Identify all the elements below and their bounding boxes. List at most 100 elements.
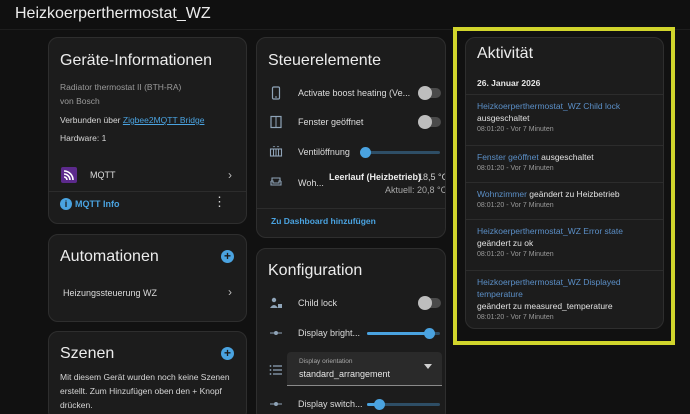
scenes-card: Szenen + Mit diesem Gerät wurden noch ke… [48, 331, 247, 414]
mqtt-info-label: MQTT Info [75, 199, 120, 209]
activity-entry: Heizkoerperthermostat_WZ Child lock ausg… [477, 100, 657, 136]
zigbee-bridge-link[interactable]: Zigbee2MQTT Bridge [123, 115, 205, 125]
valve-slider-handle[interactable] [360, 147, 371, 158]
controls-card: Steuerelemente Activate boost heating (V… [256, 37, 446, 238]
activity-message: ausgeschaltet [541, 152, 594, 162]
activity-time: 08:01:20 - Vor 7 Minuten [477, 165, 554, 172]
climate-label: Woh... [298, 178, 324, 188]
automation-item[interactable]: Heizungssteuerung WZ › [49, 283, 246, 303]
window-toggle[interactable] [418, 115, 441, 129]
activity-entry: Wohnzimmer geändert zu Heizbetrieb 08:01… [477, 188, 657, 212]
slider-icon [270, 331, 282, 335]
activity-entity-link[interactable]: Heizkoerperthermostat_WZ Displayed tempe… [477, 277, 621, 299]
config-row-brightness[interactable]: Display bright... [257, 322, 445, 344]
display-switch-slider-handle[interactable] [373, 399, 385, 410]
display-switch-label: Display switch... [298, 399, 363, 409]
child-lock-label: Child lock [298, 298, 338, 308]
device-info-card: Geräte-Informationen Radiator thermostat… [48, 37, 247, 224]
device-model: Radiator thermostat II (BTH-RA) [60, 82, 182, 92]
activity-title: Aktivität [477, 45, 534, 62]
activity-card: Aktivität 26. Januar 2026 Heizkoerperthe… [465, 37, 664, 329]
activity-entity-link[interactable]: Heizkoerperthermostat_WZ Error state [477, 226, 623, 236]
climate-current: Aktuell: 20,8 °C [385, 185, 446, 195]
integration-label: MQTT [90, 170, 116, 180]
control-row-climate[interactable]: Woh... Leerlauf (Heizbetrieb) 18,5 °C Ak… [257, 170, 446, 200]
automation-item-label: Heizungssteuerung WZ [63, 288, 158, 298]
config-row-display-switch[interactable]: Display switch... [257, 393, 445, 414]
boost-label: Activate boost heating (Ve... [298, 88, 411, 98]
automations-card: Automationen + Heizungssteuerung WZ › [48, 234, 247, 322]
activity-entity-link[interactable]: Wohnzimmer [477, 189, 527, 199]
page-title: Heizkoerperthermostat_WZ [15, 5, 211, 22]
control-row-valve[interactable]: Ventilöffnung [257, 141, 445, 163]
activity-entry: Heizkoerperthermostat_WZ Displayed tempe… [477, 276, 657, 324]
radiator-icon [269, 146, 283, 157]
activity-message: ausgeschaltet [477, 113, 530, 123]
activity-date: 26. Januar 2026 [477, 78, 541, 88]
divider [257, 208, 445, 209]
activity-entity-link[interactable]: Fenster geöffnet [477, 152, 539, 162]
phone-icon [271, 86, 281, 100]
mqtt-icon [61, 167, 77, 183]
configuration-title: Konfiguration [268, 262, 363, 279]
chevron-right-icon: › [228, 285, 232, 299]
activity-message: geändert zu Heizbetrieb [529, 189, 620, 199]
activity-time: 08:01:20 - Vor 7 Minuten [477, 314, 554, 321]
connected-via: Verbunden über Zigbee2MQTT Bridge [60, 115, 204, 125]
window-icon [270, 115, 282, 129]
activity-message: geändert zu measured_temperature [477, 301, 613, 311]
add-to-dashboard-button[interactable]: Zu Dashboard hinzufügen [271, 216, 376, 226]
child-lock-icon [270, 297, 282, 308]
dropdown-arrow-icon [424, 364, 432, 369]
device-info-title: Geräte-Informationen [60, 52, 213, 69]
display-orientation-select[interactable]: Display orientation standard_arrangement [287, 352, 442, 386]
window-label: Fenster geöffnet [298, 117, 364, 127]
hardware-version: Hardware: 1 [60, 133, 107, 143]
add-scene-button[interactable]: + [221, 347, 234, 360]
integration-row-mqtt[interactable]: MQTT › [49, 162, 246, 190]
divider [466, 94, 663, 95]
list-icon [269, 365, 282, 375]
config-row-child-lock[interactable]: Child lock [257, 292, 445, 314]
info-icon: i [60, 198, 72, 210]
brightness-label: Display bright... [298, 328, 361, 338]
sofa-icon [270, 177, 282, 186]
activity-entry: Fenster geöffnet ausgeschaltet 08:01:20 … [477, 151, 657, 175]
select-label: Display orientation [299, 358, 353, 365]
activity-time: 08:01:20 - Vor 7 Minuten [477, 251, 554, 258]
select-value: standard_arrangement [299, 369, 391, 379]
activity-message: geändert zu ok [477, 238, 534, 248]
controls-title: Steuerelemente [268, 52, 381, 69]
valve-label: Ventilöffnung [298, 147, 350, 157]
activity-time: 08:01:20 - Vor 7 Minuten [477, 126, 554, 133]
child-lock-toggle[interactable] [418, 296, 441, 310]
climate-target: 18,5 °C [418, 172, 446, 182]
display-switch-slider[interactable] [367, 399, 440, 410]
automations-title: Automationen [60, 248, 159, 265]
brightness-slider-fill [367, 332, 430, 335]
chevron-right-icon: › [228, 168, 232, 182]
divider [466, 182, 663, 183]
climate-mode: Leerlauf (Heizbetrieb) [329, 172, 422, 182]
more-options-icon[interactable]: ⋮ [213, 195, 226, 208]
divider [49, 191, 246, 192]
control-row-boost[interactable]: Activate boost heating (Ve... [257, 82, 445, 104]
top-bar: Heizkoerperthermostat_WZ [0, 0, 690, 30]
connected-prefix: Verbunden über [60, 115, 121, 125]
activity-entity-link[interactable]: Heizkoerperthermostat_WZ Child lock [477, 101, 620, 111]
scenes-empty-text: Mit diesem Gerät wurden noch keine Szene… [60, 372, 230, 410]
scenes-title: Szenen [60, 345, 115, 362]
valve-slider[interactable] [360, 147, 440, 158]
control-row-window[interactable]: Fenster geöffnet [257, 111, 445, 133]
divider [466, 270, 663, 271]
divider [466, 145, 663, 146]
add-automation-button[interactable]: + [221, 250, 234, 263]
device-manufacturer: von Bosch [60, 96, 100, 106]
configuration-card: Konfiguration Child lock Display bright.… [256, 248, 446, 414]
activity-time: 08:01:20 - Vor 7 Minuten [477, 202, 554, 209]
brightness-slider-handle[interactable] [424, 328, 436, 339]
divider [466, 219, 663, 220]
brightness-slider[interactable] [367, 328, 440, 339]
boost-toggle[interactable] [418, 86, 441, 100]
activity-entry: Heizkoerperthermostat_WZ Error state geä… [477, 225, 657, 261]
